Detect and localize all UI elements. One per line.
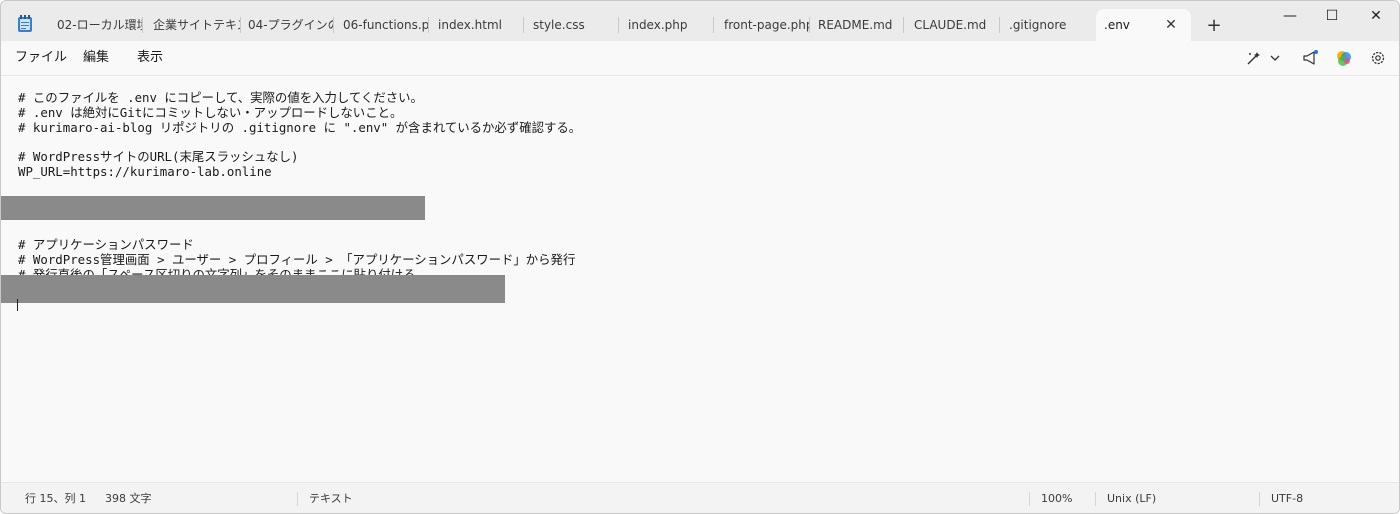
tab-style-css[interactable]: style.css bbox=[519, 9, 619, 41]
chevron-down-icon[interactable] bbox=[1269, 49, 1281, 67]
tab-02-local[interactable]: 02-ローカル環境に bbox=[43, 9, 143, 41]
menu-bar: ファイル 編集 表示 bbox=[1, 41, 1399, 76]
tab-gitignore[interactable]: .gitignore bbox=[995, 9, 1095, 41]
title-bar: 02-ローカル環境に 企業サイトテキスト 04-プラグインの設 06-funct… bbox=[1, 1, 1399, 41]
tab-label: 04-プラグインの設 bbox=[248, 18, 334, 32]
editor-line: # WordPressサイトのURL(末尾スラッシュなし) bbox=[18, 149, 299, 164]
line-ending[interactable]: Unix (LF) bbox=[1107, 483, 1156, 513]
zoom-level[interactable]: 100% bbox=[1041, 483, 1072, 513]
menu-edit[interactable]: 編集 bbox=[83, 41, 109, 75]
tab-label: README.md bbox=[818, 18, 893, 32]
tab-index-php[interactable]: index.php bbox=[614, 9, 714, 41]
notepad-app-icon bbox=[18, 15, 32, 32]
editor-line: # アプリケーションパスワード bbox=[18, 237, 194, 252]
tab-index-html[interactable]: index.html bbox=[424, 9, 524, 41]
tab-label: .env bbox=[1104, 18, 1130, 32]
menu-file[interactable]: ファイル bbox=[15, 41, 67, 75]
close-window-button[interactable]: ✕ bbox=[1353, 1, 1399, 33]
text-editor[interactable]: # このファイルを .env にコピーして、実際の値を入力してください。 # .… bbox=[1, 76, 1399, 482]
text-caret bbox=[17, 299, 18, 311]
tab-label: .gitignore bbox=[1009, 18, 1067, 32]
editor-line: # WordPress管理画面 > ユーザー > プロフィール > 「アプリケー… bbox=[18, 252, 576, 267]
editor-line: # kurimaro-ai-blog リポジトリの .gitignore に "… bbox=[18, 120, 582, 135]
tab-readme-md[interactable]: README.md bbox=[804, 9, 904, 41]
close-icon: ✕ bbox=[1370, 8, 1382, 24]
maximize-icon: ☐ bbox=[1325, 8, 1339, 24]
tab-corporate-text[interactable]: 企業サイトテキスト bbox=[139, 9, 241, 41]
tab-label: index.php bbox=[628, 18, 688, 32]
editor-line: # .env は絶対にGitにコミットしない・アップロードしないこと。 bbox=[18, 105, 403, 120]
gear-icon[interactable] bbox=[1369, 49, 1387, 67]
minimize-icon: — bbox=[1283, 8, 1297, 24]
minimize-button[interactable]: — bbox=[1267, 1, 1313, 33]
character-count: 398 文字 bbox=[105, 492, 152, 505]
encoding[interactable]: UTF-8 bbox=[1271, 483, 1303, 513]
text-format[interactable]: テキスト bbox=[309, 483, 353, 513]
notepad-window: 02-ローカル環境に 企業サイトテキスト 04-プラグインの設 06-funct… bbox=[0, 0, 1400, 514]
editor-line: WP_URL=https://kurimaro-lab.online bbox=[18, 164, 272, 179]
tab-label: 企業サイトテキスト bbox=[153, 18, 241, 32]
redaction-block-username bbox=[1, 196, 425, 220]
editor-line: # このファイルを .env にコピーして、実際の値を入力してください。 bbox=[18, 90, 423, 105]
tab-label: 02-ローカル環境に bbox=[57, 18, 143, 32]
close-tab-icon[interactable]: ✕ bbox=[1161, 9, 1181, 41]
tab-claude-md[interactable]: CLAUDE.md bbox=[900, 9, 1000, 41]
tab-label: front-page.php bbox=[724, 18, 810, 32]
menu-view[interactable]: 表示 bbox=[137, 41, 163, 75]
tab-label: 06-functions.ph bbox=[343, 18, 429, 32]
announcement-icon[interactable] bbox=[1301, 49, 1319, 67]
tab-env[interactable]: .env ✕ bbox=[1096, 9, 1191, 41]
cursor-position: 行 15、列 1 bbox=[25, 492, 86, 505]
status-bar: 行 15、列 1 398 文字 テキスト 100% Unix (LF) UTF-… bbox=[1, 482, 1399, 513]
tab-label: CLAUDE.md bbox=[914, 18, 987, 32]
tab-04-plugin[interactable]: 04-プラグインの設 bbox=[234, 9, 334, 41]
redaction-block-password bbox=[1, 275, 505, 303]
tab-label: style.css bbox=[533, 18, 585, 32]
tab-label: index.html bbox=[438, 18, 502, 32]
tab-06-functions[interactable]: 06-functions.ph bbox=[329, 9, 429, 41]
new-tab-button[interactable]: + bbox=[1203, 15, 1225, 37]
copilot-color-icon[interactable] bbox=[1335, 49, 1353, 67]
maximize-button[interactable]: ☐ bbox=[1309, 1, 1355, 33]
tab-front-page-php[interactable]: front-page.php bbox=[710, 9, 810, 41]
copilot-icon[interactable] bbox=[1245, 49, 1263, 67]
